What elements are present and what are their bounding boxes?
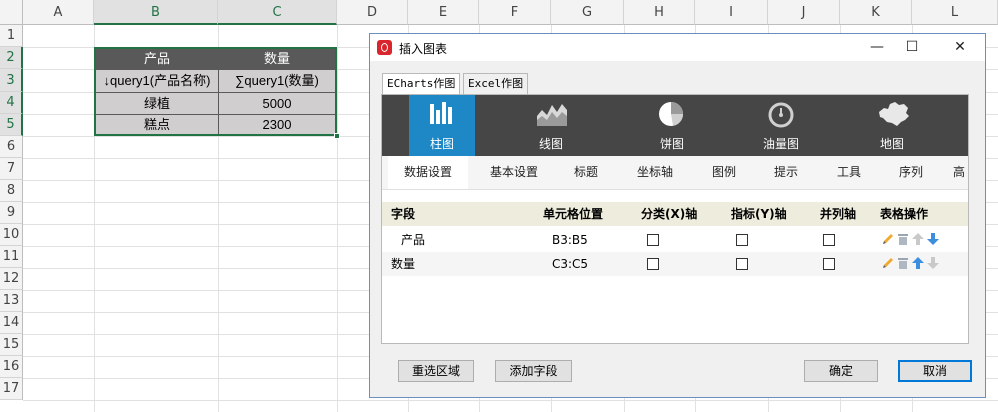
fill-handle[interactable] — [334, 133, 340, 139]
column-header-j[interactable]: J — [768, 0, 840, 25]
chart-type-label: 柱图 — [429, 137, 454, 151]
dialog-title: 插入图表 — [399, 42, 448, 56]
table-row: 产品 B3:B5 — [382, 228, 968, 252]
row-header-6[interactable]: 6 — [0, 136, 23, 158]
y-axis-checkbox[interactable] — [736, 234, 748, 246]
selection-range-border — [94, 47, 337, 136]
maximize-button[interactable]: ☐ — [896, 34, 928, 61]
insert-chart-dialog: 插入图表 — ☐ ✕ ECharts作图 Excel作图 柱图 线图 饼图 油量… — [369, 33, 986, 398]
chart-settings-panel: 柱图 线图 饼图 油量图 地图 数据设置 基本设置 标题 坐标轴 图例 提示 工… — [381, 94, 969, 344]
x-axis-checkbox[interactable] — [647, 234, 659, 246]
row-header-16[interactable]: 16 — [0, 356, 23, 378]
chart-type-label: 线图 — [538, 137, 563, 151]
row-header-14[interactable]: 14 — [0, 312, 23, 334]
chart-type-gauge-chart[interactable]: 油量图 — [748, 95, 814, 156]
parallel-axis-checkbox[interactable] — [823, 234, 835, 246]
y-axis-checkbox[interactable] — [736, 258, 748, 270]
tab-title[interactable]: 标题 — [556, 156, 616, 189]
tab-echarts[interactable]: ECharts作图 — [382, 73, 461, 95]
column-header-f[interactable]: F — [479, 0, 551, 25]
row-header-5[interactable]: 5 — [0, 114, 23, 136]
col-y-axis: 指标(Y)轴 — [731, 207, 787, 221]
row-header-8[interactable]: 8 — [0, 180, 23, 202]
row-header-9[interactable]: 9 — [0, 202, 23, 224]
column-header-a[interactable]: A — [23, 0, 94, 25]
parallel-axis-checkbox[interactable] — [823, 258, 835, 270]
row-header-4[interactable]: 4 — [0, 92, 23, 114]
minimize-button[interactable]: — — [861, 34, 893, 61]
table-row: 数量 C3:C5 — [382, 252, 968, 276]
chart-type-label: 饼图 — [659, 137, 684, 151]
move-down-icon[interactable] — [926, 256, 940, 270]
pie-chart-icon — [659, 102, 683, 126]
bar-chart-icon — [430, 102, 452, 124]
tab-legend[interactable]: 图例 — [693, 156, 755, 189]
column-header-d[interactable]: D — [337, 0, 408, 25]
row-header-7[interactable]: 7 — [0, 158, 23, 180]
field-name: 数量 — [391, 257, 416, 271]
close-button[interactable]: ✕ — [944, 34, 976, 61]
map-icon — [879, 102, 909, 126]
row-header-12[interactable]: 12 — [0, 268, 23, 290]
col-field: 字段 — [391, 207, 416, 221]
edit-icon[interactable] — [881, 232, 895, 246]
row-header-17[interactable]: 17 — [0, 378, 23, 400]
cancel-button[interactable]: 取消 — [898, 360, 972, 382]
move-up-icon[interactable] — [911, 256, 925, 270]
field-table-header: 字段 单元格位置 分类(X)轴 指标(Y)轴 并列轴 表格操作 — [382, 202, 968, 226]
row-header-2[interactable]: 2 — [0, 47, 23, 69]
chart-type-label: 油量图 — [762, 137, 799, 151]
field-name: 产品 — [401, 233, 426, 247]
app-logo-icon — [377, 40, 392, 55]
column-header-k[interactable]: K — [840, 0, 912, 25]
row-header-1[interactable]: 1 — [0, 25, 23, 47]
move-down-icon[interactable] — [926, 232, 940, 246]
chart-type-line-chart[interactable]: 线图 — [518, 95, 584, 156]
column-header-c[interactable]: C — [218, 0, 337, 25]
select-all-corner[interactable] — [0, 0, 23, 25]
row-header-11[interactable]: 11 — [0, 246, 23, 268]
line-chart-icon — [537, 104, 567, 126]
column-header-e[interactable]: E — [408, 0, 479, 25]
column-header-g[interactable]: G — [551, 0, 624, 25]
row-header-15[interactable]: 15 — [0, 334, 23, 356]
chart-type-map-chart[interactable]: 地图 — [859, 95, 925, 156]
tab-tools[interactable]: 工具 — [818, 156, 880, 189]
column-header-l[interactable]: L — [912, 0, 998, 25]
tab-data-settings[interactable]: 数据设置 — [388, 156, 468, 189]
tab-series[interactable]: 序列 — [881, 156, 941, 189]
column-header-i[interactable]: I — [695, 0, 768, 25]
chart-type-label: 地图 — [879, 137, 904, 151]
ok-button[interactable]: 确定 — [804, 360, 878, 382]
add-field-button[interactable]: 添加字段 — [495, 360, 572, 382]
gauge-icon — [768, 102, 794, 128]
row-header-10[interactable]: 10 — [0, 224, 23, 246]
field-cell-range: B3:B5 — [552, 233, 588, 247]
row-header-13[interactable]: 13 — [0, 290, 23, 312]
column-header-h[interactable]: H — [624, 0, 695, 25]
move-up-icon[interactable] — [911, 232, 925, 246]
chart-type-bar-chart[interactable]: 柱图 — [409, 95, 475, 156]
reselect-range-button[interactable]: 重选区域 — [398, 360, 474, 382]
field-cell-range: C3:C5 — [552, 257, 589, 271]
chart-type-pie-chart[interactable]: 饼图 — [639, 95, 705, 156]
row-header-3[interactable]: 3 — [0, 69, 23, 92]
column-header-b[interactable]: B — [94, 0, 218, 25]
col-parallel-axis: 并列轴 — [820, 207, 857, 221]
edit-icon[interactable] — [881, 256, 895, 270]
col-cell-range: 单元格位置 — [543, 207, 604, 221]
tab-axis[interactable]: 坐标轴 — [618, 156, 692, 189]
settings-tabs: 数据设置 基本设置 标题 坐标轴 图例 提示 工具 序列 高 — [382, 156, 968, 190]
x-axis-checkbox[interactable] — [647, 258, 659, 270]
tab-excel-chart[interactable]: Excel作图 — [463, 73, 529, 94]
delete-icon[interactable] — [896, 256, 910, 270]
col-actions: 表格操作 — [880, 207, 929, 221]
dialog-title-bar[interactable]: 插入图表 — ☐ ✕ — [370, 34, 985, 61]
col-x-axis: 分类(X)轴 — [641, 207, 698, 221]
delete-icon[interactable] — [896, 232, 910, 246]
tab-basic-settings[interactable]: 基本设置 — [472, 156, 556, 189]
tab-tooltip[interactable]: 提示 — [755, 156, 817, 189]
chart-type-bar: 柱图 线图 饼图 油量图 地图 — [382, 95, 968, 156]
tab-advanced[interactable]: 高 — [950, 156, 968, 189]
